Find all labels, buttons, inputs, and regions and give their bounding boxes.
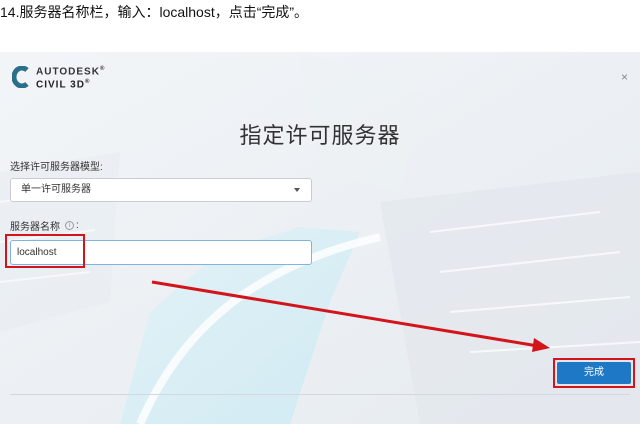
server-name-label-row: 服务器名称 i : [10,218,79,233]
server-name-label: 服务器名称 [10,222,60,233]
autodesk-c-logo-icon [12,66,29,89]
close-icon[interactable]: × [621,70,628,84]
brand-name: AUTODESK® [36,66,106,78]
product-name: CIVIL 3D® [36,79,91,91]
dropdown-caret-icon [294,188,300,192]
info-icon[interactable]: i [65,221,74,230]
input-highlight-box [5,234,85,268]
instruction-caption: 14.服务器名称栏，输入：localhost，点击“完成”。 [0,4,309,20]
footer-divider [10,394,630,395]
server-name-label-colon: : [76,220,79,231]
dialog-title: 指定许可服务器 [239,123,401,148]
background-city-art [0,52,640,424]
license-model-label: 选择许可服务器模型: [10,162,103,173]
finish-highlight-box [553,358,635,388]
license-server-dialog: AUTODESK® CIVIL 3D® × 指定许可服务器 选择许可服务器模型:… [0,52,640,424]
license-model-value: 单一许可服务器 [21,184,91,195]
autodesk-civil3d-logo: AUTODESK® CIVIL 3D® [12,64,105,91]
license-model-select[interactable]: 单一许可服务器 [10,178,312,202]
